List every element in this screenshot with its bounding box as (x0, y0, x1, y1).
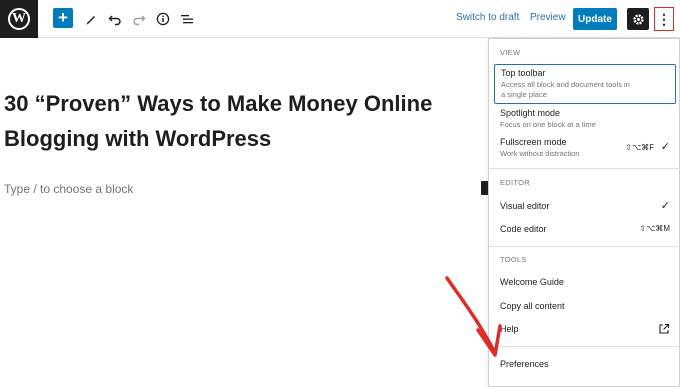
menu-item-spotlight-mode[interactable]: Spotlight mode Focus on one block at a t… (494, 105, 676, 133)
menu-group-editor-label: EDITOR (500, 178, 530, 187)
checkmark-icon: ✓ (660, 200, 670, 212)
menu-item-visual-editor[interactable]: Visual editor ✓ (494, 198, 676, 214)
menu-divider (489, 246, 680, 247)
keyboard-shortcut: ⇧⌥⌘F (625, 143, 655, 152)
menu-item-code-editor[interactable]: Code editor ⇧⌥⌘M (494, 221, 676, 237)
options-menu-button[interactable]: ⋮ (654, 7, 674, 31)
menu-item-preferences[interactable]: Preferences (494, 356, 676, 372)
wordpress-logo-button[interactable]: W (0, 0, 38, 38)
undo-button[interactable] (104, 8, 126, 30)
menu-divider (489, 346, 680, 347)
editor-header: W + Switch to draft Preview Update ⋮ (0, 0, 680, 38)
post-title[interactable]: 30 “Proven” Ways to Make Money Online Bl… (4, 86, 464, 156)
tools-pen-button[interactable] (80, 8, 102, 30)
menu-divider (489, 168, 680, 169)
redo-icon (133, 15, 146, 26)
settings-button[interactable] (627, 8, 649, 30)
wordpress-logo-icon: W (8, 8, 30, 30)
menu-item-description: Access all block and document tools in a… (501, 80, 630, 99)
gear-icon (632, 13, 644, 25)
fullscreen-shortcut-and-check: ⇧⌥⌘F ✓ (625, 140, 670, 153)
info-icon (156, 12, 170, 26)
switch-to-draft-button[interactable]: Switch to draft (456, 12, 519, 23)
add-block-button[interactable]: + (53, 8, 73, 28)
menu-item-description: Focus on one block at a time (500, 120, 596, 129)
menu-group-tools-label: TOOLS (500, 255, 527, 264)
menu-group-view-label: VIEW (500, 48, 521, 57)
update-button[interactable]: Update (573, 8, 617, 30)
menu-item-label: Preferences (500, 359, 549, 369)
menu-item-help[interactable]: Help (494, 321, 676, 337)
details-button[interactable] (152, 8, 174, 30)
undo-icon (108, 15, 121, 26)
keyboard-shortcut: ⇧⌥⌘M (639, 224, 670, 233)
options-dropdown-menu: VIEW Top toolbar Access all block and do… (488, 38, 680, 387)
redo-button[interactable] (128, 8, 150, 30)
external-link-icon (658, 323, 670, 337)
pen-icon (86, 16, 95, 25)
checkmark-icon: ✓ (660, 141, 670, 153)
menu-item-label: Welcome Guide (500, 277, 564, 287)
menu-item-fullscreen-mode[interactable]: Fullscreen mode Work without distraction… (494, 134, 676, 162)
list-view-icon (181, 15, 193, 24)
menu-item-welcome-guide[interactable]: Welcome Guide (494, 274, 676, 290)
menu-item-label: Help (500, 324, 519, 334)
list-view-button[interactable] (176, 8, 198, 30)
menu-item-label: Copy all content (500, 301, 565, 311)
menu-item-copy-all-content[interactable]: Copy all content (494, 298, 676, 314)
menu-item-label: Visual editor (500, 201, 550, 211)
menu-item-top-toolbar[interactable]: Top toolbar Access all block and documen… (494, 64, 676, 104)
menu-item-label: Spotlight mode (500, 108, 561, 118)
menu-item-label: Top toolbar (501, 68, 546, 78)
block-placeholder[interactable]: Type / to choose a block (4, 182, 133, 196)
preview-button[interactable]: Preview (530, 12, 566, 23)
